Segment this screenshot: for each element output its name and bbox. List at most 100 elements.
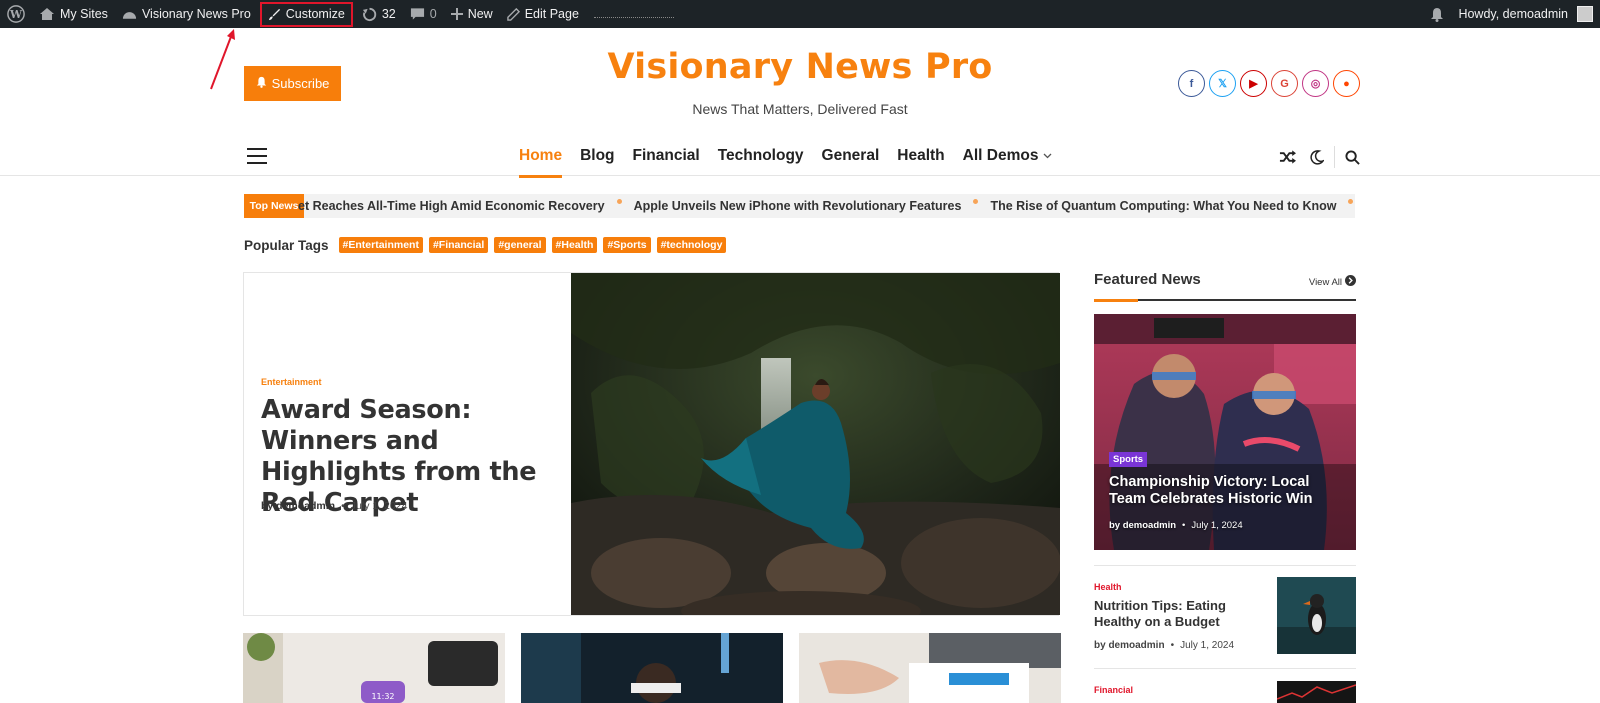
nav-item-all-demos[interactable]: All Demos xyxy=(963,147,1053,173)
comments-menu[interactable]: 0 xyxy=(403,0,444,28)
ticker-separator xyxy=(1348,199,1354,204)
ticker-separator xyxy=(616,199,622,204)
sidebar-post-category[interactable]: Financial xyxy=(1094,685,1133,695)
ticker-item-label: Apple Unveils New iPhone with Revolution… xyxy=(633,199,962,213)
nav-item-label: Technology xyxy=(717,147,804,164)
site-title[interactable]: Visionary News Pro xyxy=(0,47,1600,87)
nav-item-general[interactable]: General xyxy=(822,147,880,173)
nav-item-label: Blog xyxy=(580,147,615,164)
site-name-label: Visionary News Pro xyxy=(141,7,251,21)
site-name-menu[interactable]: Visionary News Pro xyxy=(115,0,258,28)
view-all-label: View All xyxy=(1308,276,1342,288)
popular-tags-label: Popular Tags xyxy=(244,237,329,253)
new-content-menu[interactable]: New xyxy=(444,0,500,28)
tag-technology[interactable]: #technology xyxy=(656,237,727,253)
tag-general[interactable]: #general xyxy=(494,237,546,253)
chevron-down-icon xyxy=(1038,147,1052,164)
hamburger-menu-icon[interactable] xyxy=(247,148,267,169)
instagram-icon[interactable]: ◎ xyxy=(1302,70,1329,97)
hero-image[interactable] xyxy=(571,273,1060,615)
social-links: f 𝕏 ▶ G ◎ ● xyxy=(1178,70,1360,97)
youtube-icon[interactable]: ▶ xyxy=(1240,70,1267,97)
sidebar-post-thumbnail[interactable] xyxy=(1277,681,1356,703)
post-card-image[interactable] xyxy=(799,633,1061,703)
admin-bar-divider xyxy=(593,10,674,18)
featured-post-card[interactable]: Sports Championship Victory: Local Team … xyxy=(1094,314,1356,550)
reddit-icon[interactable]: ● xyxy=(1333,70,1360,97)
ticker-label: Top News xyxy=(244,194,304,218)
ticker-item-label: et Reaches All-Time High Amid Economic R… xyxy=(298,199,605,213)
shuffle-icon[interactable] xyxy=(1272,145,1302,169)
howdy-label: Howdy, demoadmin xyxy=(1458,7,1568,21)
tag-label: Health xyxy=(561,239,594,251)
ticker-items: et Reaches All-Time High Amid Economic R… xyxy=(298,199,1355,213)
title-accent-bar xyxy=(1094,299,1138,302)
post-card-image[interactable]: 11:32 xyxy=(243,633,505,703)
popular-tags: Popular Tags #Entertainment #Financial #ge… xyxy=(244,237,727,253)
tag-health[interactable]: #Health xyxy=(551,237,598,253)
post-card-image[interactable] xyxy=(521,633,783,703)
tag-entertainment[interactable]: #Entertainment xyxy=(338,237,423,253)
tag-label: technology xyxy=(666,239,723,251)
hero-date: July 1, 2024 xyxy=(350,500,408,512)
meta-separator: • xyxy=(1170,640,1175,651)
ticker-item[interactable]: The Rise of Quantum Computing: What You … xyxy=(990,199,1336,213)
customize-label: Customize xyxy=(285,7,345,21)
meta-separator: • xyxy=(1182,520,1186,531)
sidebar-post-category[interactable]: Health xyxy=(1094,582,1122,592)
tag-label: Financial xyxy=(438,239,485,251)
sidebar-post-thumbnail[interactable] xyxy=(1277,577,1356,654)
sidebar-post-date: July 1, 2024 xyxy=(1180,640,1235,651)
plus-icon xyxy=(450,8,463,20)
view-all-link[interactable]: View All xyxy=(1309,275,1356,289)
svg-text:11:32: 11:32 xyxy=(371,692,394,701)
nav-item-technology[interactable]: Technology xyxy=(718,147,804,173)
featured-category-badge[interactable]: Sports xyxy=(1109,452,1148,467)
divider xyxy=(1094,565,1356,566)
customize-button[interactable]: Customize xyxy=(259,1,353,27)
sidebar-post-meta: by demoadmin • July 1, 2024 xyxy=(1094,640,1234,651)
tag-label: Entertainment xyxy=(348,239,419,251)
nav-item-health[interactable]: Health xyxy=(897,147,944,173)
updates-icon xyxy=(362,7,377,22)
nav-divider xyxy=(1334,146,1335,168)
wordpress-logo-icon[interactable]: W xyxy=(0,0,32,28)
nav-item-label: Financial xyxy=(632,147,700,164)
sidebar-post-author[interactable]: by demoadmin xyxy=(1094,640,1165,651)
tag-sports[interactable]: #Sports xyxy=(603,237,651,253)
google-icon[interactable]: G xyxy=(1271,70,1298,97)
my-sites-label: My Sites xyxy=(60,7,108,21)
nav-item-home[interactable]: Home xyxy=(519,147,563,178)
new-label: New xyxy=(467,7,493,21)
ticker-item[interactable]: Apple Unveils New iPhone with Revolution… xyxy=(634,199,962,213)
facebook-icon[interactable]: f xyxy=(1178,70,1205,97)
tag-label: Sports xyxy=(613,239,647,251)
account-menu[interactable]: Howdy, demoadmin xyxy=(1451,0,1600,28)
search-icon[interactable] xyxy=(1337,145,1367,169)
featured-author[interactable]: by demoadmin xyxy=(1109,520,1176,531)
arrow-circle-icon xyxy=(1345,275,1356,289)
sidebar-post-title[interactable]: Nutrition Tips: Eating Healthy on a Budg… xyxy=(1094,598,1244,629)
notifications-bell-icon[interactable] xyxy=(1423,0,1451,28)
hero-category[interactable]: Entertainment xyxy=(261,377,322,387)
updates-menu[interactable]: 32 xyxy=(355,0,403,28)
edit-page-link[interactable]: Edit Page xyxy=(500,0,586,28)
nav-item-blog[interactable]: Blog xyxy=(580,147,614,173)
nav-item-label: Home xyxy=(519,147,563,164)
my-sites-icon xyxy=(39,7,55,21)
dark-mode-moon-icon[interactable] xyxy=(1302,145,1332,169)
featured-post-meta: by demoadmin • July 1, 2024 xyxy=(1109,520,1243,531)
featured-post-title[interactable]: Championship Victory: Local Team Celebra… xyxy=(1109,474,1349,508)
news-ticker: Top News et Reaches All-Time High Amid E… xyxy=(244,194,1355,218)
nav-item-financial[interactable]: Financial xyxy=(633,147,700,173)
hero-post[interactable]: Entertainment Award Season: Winners and … xyxy=(243,272,1060,616)
avatar xyxy=(1577,6,1593,22)
hero-author[interactable]: by demoadmin xyxy=(261,500,335,512)
tag-financial[interactable]: #Financial xyxy=(428,237,489,253)
nav-item-label: All Demos xyxy=(962,147,1039,164)
ticker-item[interactable]: et Reaches All-Time High Amid Economic R… xyxy=(298,199,605,213)
my-sites-menu[interactable]: My Sites xyxy=(32,0,115,28)
ticker-item-label: The Rise of Quantum Computing: What You … xyxy=(990,199,1337,213)
x-icon[interactable]: 𝕏 xyxy=(1209,70,1236,97)
site-tagline: News That Matters, Delivered Fast xyxy=(0,101,1520,117)
